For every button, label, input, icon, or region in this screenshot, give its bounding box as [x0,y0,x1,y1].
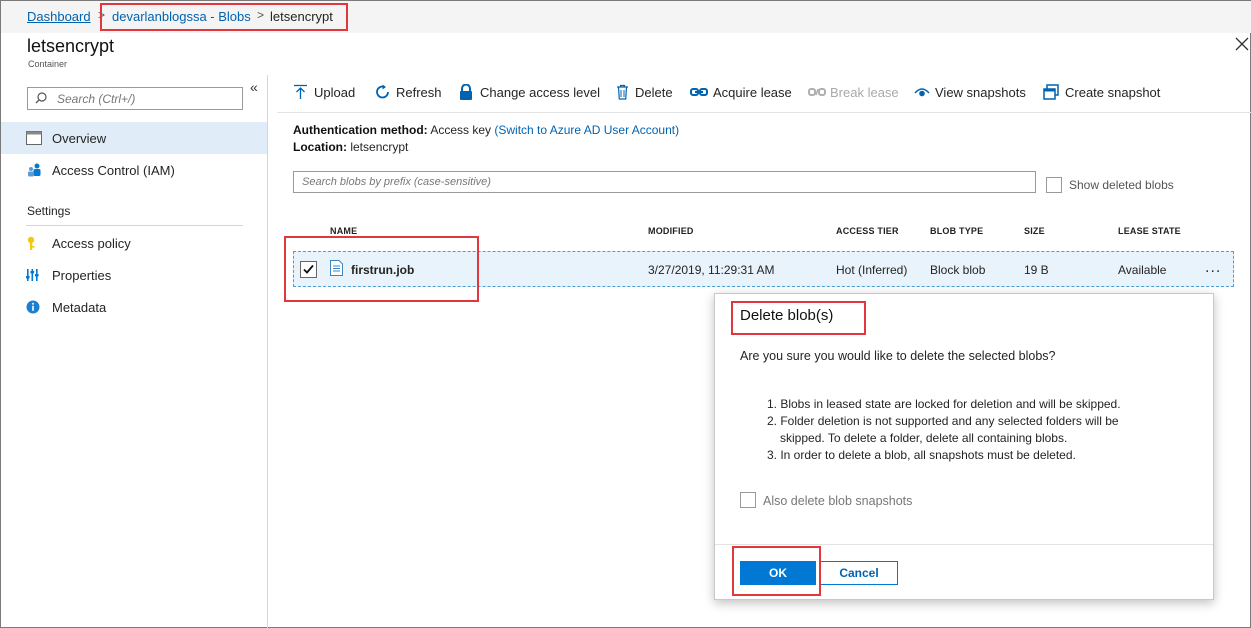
sidebar-item-access-control[interactable]: Access Control (IAM) [1,154,267,186]
trash-icon [617,84,628,100]
sidebar-item-label: Access Control (IAM) [52,163,175,178]
double-chevron-left-icon[interactable]: « [250,79,258,95]
annotation-highlight-dialog-title [731,301,866,335]
search-icon [35,92,47,104]
column-header-lease-state[interactable]: LEASE STATE [1118,226,1181,236]
create-snapshot-button[interactable]: Create snapshot [1043,84,1161,102]
sidebar-item-label: Properties [52,268,112,283]
eye-icon [914,88,930,97]
breadcrumb-dashboard[interactable]: Dashboard [27,9,91,24]
show-deleted-blobs-label: Show deleted blobs [1069,178,1174,192]
column-header-name[interactable]: NAME [330,226,357,236]
chain-link-icon [690,88,708,96]
sidebar-item-label: Overview [52,131,107,146]
delete-snapshots-checkbox[interactable] [740,492,756,508]
blob-access-tier: Hot (Inferred) [836,263,908,277]
page-subtitle: Container [28,59,68,69]
refresh-icon [376,84,389,99]
blob-prefix-search-input[interactable]: Search blobs by prefix (case-sensitive) [293,171,1036,193]
location-value: letsencrypt [350,140,409,154]
sidebar-item-overview[interactable]: Overview [1,122,267,154]
sliders-icon [26,269,39,281]
search-placeholder: Search (Ctrl+/) [57,92,136,106]
sidebar-search-input[interactable]: Search (Ctrl+/) [27,87,243,110]
lock-icon [460,84,472,100]
delete-snapshots-label: Also delete blob snapshots [763,494,913,508]
people-icon [28,163,41,177]
auth-method-line: Authentication method: Access key (Switc… [293,123,679,137]
cancel-button[interactable]: Cancel [820,561,898,585]
column-header-size[interactable]: SIZE [1024,226,1045,236]
sidebar-item-access-policy[interactable]: Access policy [1,227,267,259]
auth-method-value: Access key [430,123,492,137]
column-header-modified[interactable]: MODIFIED [648,226,694,236]
upload-icon [294,84,307,99]
overview-icon [26,131,42,145]
dialog-note: 3. In order to delete a blob, all snapsh… [767,448,1076,462]
section-divider [26,225,243,226]
annotation-highlight-blob [284,236,479,302]
toolbar-divider [277,112,1251,113]
switch-auth-link[interactable]: (Switch to Azure AD User Account) [494,123,679,137]
sidebar-item-properties[interactable]: Properties [1,259,267,291]
dialog-divider [715,544,1213,545]
view-snapshots-button[interactable]: View snapshots [914,84,1026,102]
location-label: Location: [293,140,347,154]
prefix-placeholder: Search blobs by prefix (case-sensitive) [302,176,491,188]
acquire-lease-button[interactable]: Acquire lease [690,84,792,102]
broken-link-icon [808,88,826,96]
column-header-blob-type[interactable]: BLOB TYPE [930,226,983,236]
annotation-highlight-ok [732,546,821,596]
sidebar-item-label: Metadata [52,300,107,315]
blob-modified: 3/27/2019, 11:29:31 AM [648,263,775,277]
location-line: Location: letsencrypt [293,140,408,154]
sidebar-item-label: Access policy [52,236,131,251]
dialog-question: Are you sure you would like to delete th… [740,349,1056,363]
refresh-button[interactable]: Refresh [375,84,442,102]
sidebar-item-metadata[interactable]: Metadata [1,291,267,323]
delete-button[interactable]: Delete [615,84,673,102]
dialog-note: 2. Folder deletion is not supported and … [767,414,1119,428]
break-lease-button[interactable]: Break lease [808,84,899,102]
blob-size: 19 B [1024,263,1049,277]
snapshot-icon [1043,84,1059,100]
dialog-note: 1. Blobs in leased state are locked for … [767,397,1121,411]
key-icon [27,236,35,250]
dialog-note: skipped. To delete a folder, delete all … [780,431,1068,445]
blob-lease-state: Available [1118,263,1167,277]
show-deleted-blobs-checkbox[interactable] [1046,177,1062,193]
column-header-access-tier[interactable]: ACCESS TIER [836,226,899,236]
blob-type: Block blob [930,263,986,277]
page-title: letsencrypt [27,36,115,56]
more-options-icon[interactable]: ... [1205,259,1221,277]
upload-button[interactable]: Upload [293,84,357,102]
settings-section-label: Settings [27,204,71,218]
annotation-highlight-breadcrumb [100,3,348,31]
change-access-level-button[interactable]: Change access level [458,84,600,102]
info-icon [26,300,40,314]
close-icon[interactable] [1235,35,1249,56]
auth-method-label: Authentication method: [293,123,428,137]
